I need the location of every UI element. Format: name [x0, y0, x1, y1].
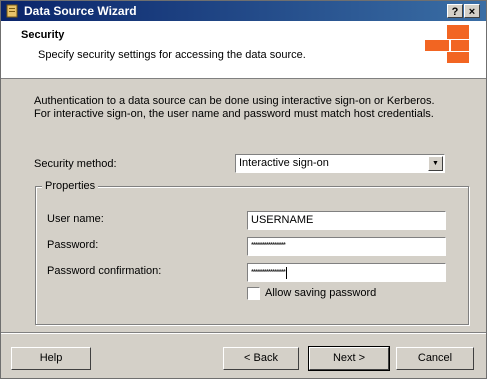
help-titlebar-button[interactable]: ?: [447, 4, 463, 18]
text-cursor: [285, 267, 287, 279]
password-label: Password:: [47, 239, 99, 251]
wizard-header: Security Specify security settings for a…: [1, 21, 486, 79]
back-button[interactable]: < Back: [223, 347, 299, 370]
password-confirm-label: Password confirmation:: [47, 265, 162, 277]
password-confirm-input[interactable]: ****************: [247, 263, 446, 282]
allow-saving-label[interactable]: Allow saving password: [265, 287, 376, 299]
password-mask: ****************: [251, 241, 286, 250]
properties-legend: Properties: [42, 180, 99, 192]
next-button[interactable]: Next >: [308, 346, 390, 371]
page-subtitle: Specify security settings for accessing …: [38, 49, 306, 61]
description-text: Authentication to a data source can be d…: [34, 95, 435, 120]
properties-group: Properties User name: USERNAME Password:…: [35, 180, 469, 325]
password-input[interactable]: ****************: [247, 237, 446, 256]
close-button[interactable]: ×: [464, 4, 480, 18]
username-value: USERNAME: [251, 214, 314, 226]
page-title: Security: [21, 29, 65, 41]
chevron-down-icon[interactable]: ▼: [428, 156, 443, 171]
wizard-app-icon: [6, 4, 18, 18]
footer-divider: [1, 332, 486, 334]
title-bar[interactable]: Data Source Wizard ? ×: [1, 1, 486, 21]
wizard-window: Data Source Wizard ? × Security Specify …: [0, 0, 487, 379]
security-method-value: Interactive sign-on: [239, 157, 329, 169]
window-title: Data Source Wizard: [24, 4, 137, 18]
username-input[interactable]: USERNAME: [247, 211, 446, 230]
help-button[interactable]: Help: [11, 347, 91, 370]
security-method-label: Security method:: [34, 158, 117, 170]
security-method-dropdown[interactable]: Interactive sign-on ▼: [235, 154, 445, 173]
wizard-content: Authentication to a data source can be d…: [1, 79, 486, 331]
wizard-logo-icon: [425, 25, 473, 63]
allow-saving-checkbox[interactable]: [247, 287, 260, 300]
cancel-button[interactable]: Cancel: [396, 347, 474, 370]
username-label: User name:: [47, 213, 104, 225]
password-confirm-mask: ****************: [251, 267, 287, 279]
